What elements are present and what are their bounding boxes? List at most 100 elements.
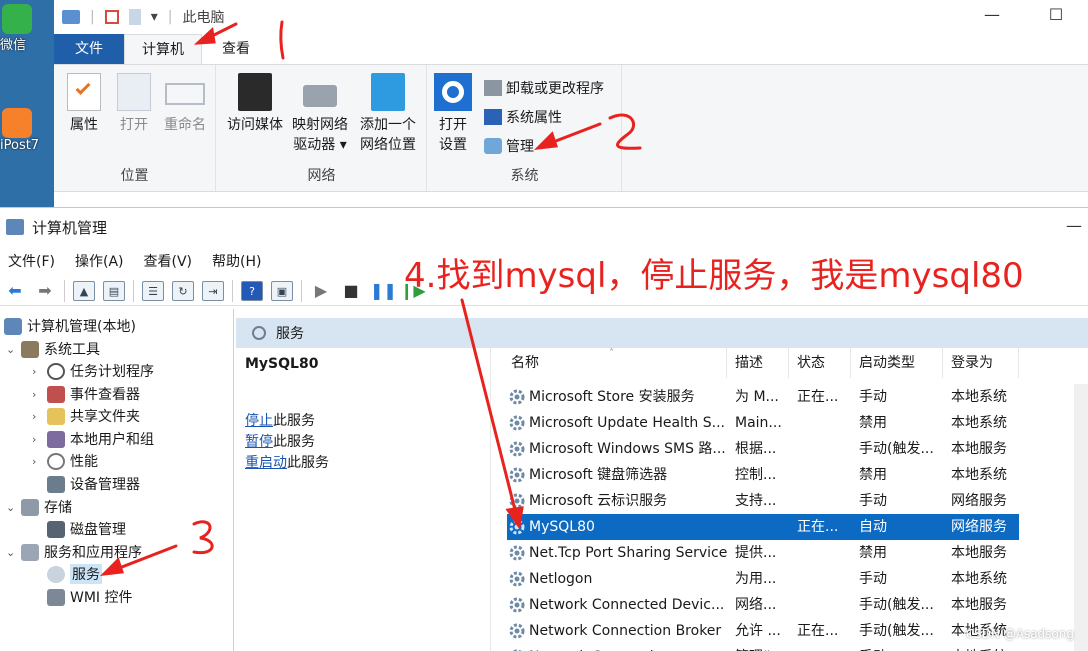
checkbox-icon[interactable] (104, 10, 119, 24)
table-row[interactable]: Network Connection Broker 允许 ... 正在... 手动(触… (507, 618, 1019, 644)
address-bar-area (54, 192, 1088, 207)
pc-icon[interactable] (62, 10, 80, 24)
title-bar: 计算机管理 (0, 208, 1088, 246)
pause-service-icon[interactable]: ❚❚ (370, 281, 397, 301)
tree-item-device-manager[interactable]: 设备管理器 (32, 473, 140, 495)
show-hide-tree-icon[interactable]: ▤ (103, 280, 125, 301)
chevron-right-icon[interactable]: › (32, 388, 42, 401)
table-row[interactable]: Net.Tcp Port Sharing Service 提供... 禁用 本地服务 (507, 540, 1019, 566)
minimize-icon[interactable]: — (960, 0, 1024, 30)
window-control-icon[interactable]: — (1066, 216, 1082, 235)
column-header-logon-as[interactable]: 登录为 (943, 348, 1019, 378)
desktop-icon-ipost[interactable]: iPost7 (0, 108, 54, 153)
tree-item-local-users-groups[interactable]: › 本地用户和组 (32, 428, 154, 450)
access-media-button[interactable]: 访问媒体 (223, 73, 287, 135)
chevron-right-icon[interactable]: › (32, 410, 42, 423)
chevron-right-icon[interactable]: › (32, 455, 42, 468)
chevron-down-icon[interactable]: ⌄ (6, 501, 16, 514)
search-icon (252, 326, 266, 340)
open-button[interactable]: 打开 (116, 73, 152, 135)
table-row[interactable]: Microsoft Store 安装服务 为 M... 正在... 手动 本地系统 (507, 384, 1019, 410)
selected-service-name: MySQL80 (245, 356, 319, 372)
tree-item-task-scheduler[interactable]: › 任务计划程序 (32, 360, 154, 382)
service-gear-icon (509, 389, 525, 405)
settings-gear-icon (434, 73, 472, 111)
tab-file[interactable]: 文件 (54, 34, 124, 64)
menu-bar: 文件(F) 操作(A) 查看(V) 帮助(H) (0, 248, 261, 274)
table-row[interactable]: Microsoft 云标识服务 支持... 手动 网络服务 (507, 488, 1019, 514)
desktop-icon-wechat[interactable]: 微信 (0, 4, 54, 53)
tree-item-services[interactable]: 服务 (32, 563, 102, 585)
stop-service-icon[interactable]: ■ (340, 281, 362, 301)
table-row[interactable]: Microsoft Update Health S... Main... 禁用 本地系… (507, 410, 1019, 436)
shared-folder-icon (47, 407, 65, 425)
vertical-scrollbar[interactable] (1074, 384, 1088, 651)
tree-item-event-viewer[interactable]: › 事件查看器 (32, 383, 140, 405)
maximize-icon[interactable]: ☐ (1024, 0, 1088, 30)
chevron-right-icon[interactable]: › (32, 433, 42, 446)
chevron-down-icon[interactable]: ⌄ (6, 343, 16, 356)
tab-computer[interactable]: 计算机 (124, 34, 202, 64)
tree-item-performance[interactable]: › 性能 (32, 450, 98, 472)
map-drive-button[interactable]: 映射网络 驱动器 ▾ (287, 73, 353, 155)
export-list-icon[interactable]: ⇥ (202, 280, 224, 301)
tree-item-label: 存储 (44, 500, 72, 516)
table-row[interactable]: Network Connected Devic... 网络... 手动(触发... 本… (507, 592, 1019, 618)
back-arrow-icon[interactable]: ⬅ (4, 281, 26, 301)
divider (64, 279, 65, 302)
chevron-down-icon[interactable]: ⌄ (6, 546, 16, 559)
open-settings-button[interactable]: 打开 设置 (432, 73, 474, 155)
cell-startup-type: 禁用 (859, 467, 887, 483)
column-header-status[interactable]: 状态 (789, 348, 851, 378)
forward-arrow-icon[interactable]: ➡ (34, 281, 56, 301)
map-drive-icon (303, 85, 337, 107)
start-service-icon[interactable]: ▶ (310, 281, 332, 301)
menu-action[interactable]: 操作(A) (75, 251, 124, 271)
properties-icon[interactable]: ☰ (142, 280, 164, 301)
manage-button[interactable]: 管理 (484, 135, 534, 157)
menu-file[interactable]: 文件(F) (8, 251, 55, 271)
tree-item-system-tools[interactable]: ⌄ 系统工具 (6, 338, 100, 360)
tree-item-storage[interactable]: ⌄ 存储 (6, 496, 72, 518)
tree-item-shared-folders[interactable]: › 共享文件夹 (32, 405, 140, 427)
properties-button[interactable]: 属性 (66, 73, 102, 135)
stop-service-link[interactable]: 停止 (245, 413, 273, 429)
pause-service-link[interactable]: 暂停 (245, 434, 273, 450)
tab-view[interactable]: 查看 (204, 34, 268, 64)
table-row[interactable]: MySQL80 正在... 自动 网络服务 (507, 514, 1019, 540)
pause-service-action: 暂停此服务 (245, 431, 315, 451)
users-icon (47, 430, 65, 448)
up-folder-icon[interactable]: ▲ (73, 280, 95, 301)
tree-item-services-applications[interactable]: ⌄ 服务和应用程序 (6, 541, 142, 563)
folder-icon[interactable] (128, 9, 141, 25)
table-row[interactable]: Microsoft 键盘筛选器 控制... 禁用 本地系统 (507, 462, 1019, 488)
tree-item-computer-management[interactable]: 计算机管理(本地) (4, 315, 136, 337)
chevron-right-icon[interactable]: › (32, 365, 42, 378)
divider: | (90, 9, 95, 25)
table-row[interactable]: Microsoft Windows SMS 路... 根据... 手动(触发... 本… (507, 436, 1019, 462)
qat-dropdown-icon[interactable]: ▾ (151, 9, 158, 25)
refresh-icon[interactable]: ↻ (172, 280, 194, 301)
tree-item-wmi-control[interactable]: WMI 控件 (32, 586, 133, 608)
tree-item-disk-management[interactable]: 磁盘管理 (32, 518, 126, 540)
service-detail-pane: MySQL80 停止此服务 暂停此服务 重启动此服务 (236, 348, 490, 651)
add-network-location-button[interactable]: 添加一个 网络位置 (355, 73, 421, 155)
system-properties-button[interactable]: 系统属性 (484, 106, 562, 128)
menu-view[interactable]: 查看(V) (144, 251, 193, 271)
table-row[interactable]: Netlogon 为用... 手动 本地系统 (507, 566, 1019, 592)
uninstall-program-button[interactable]: 卸载或更改程序 (484, 77, 604, 99)
restart-service-link[interactable]: 重启动 (245, 455, 287, 471)
column-header-startup-type[interactable]: 启动类型 (851, 348, 943, 378)
table-row[interactable]: Network Connections管理“... 手动本地系统 (507, 644, 1019, 651)
cell-status: 正在... (797, 389, 839, 405)
menu-help[interactable]: 帮助(H) (212, 251, 261, 271)
column-header-description[interactable]: 描述 (727, 348, 789, 378)
rename-button[interactable]: 重命名 (160, 73, 210, 135)
divider (301, 279, 302, 302)
help-icon[interactable]: ? (241, 280, 263, 301)
computer-management-icon (6, 219, 24, 235)
action-pane-icon[interactable]: ▣ (271, 280, 293, 301)
cell-name: Microsoft 键盘筛选器 (529, 467, 668, 483)
storage-icon (21, 498, 39, 516)
map-drive-label2: 驱动器 (293, 137, 336, 153)
